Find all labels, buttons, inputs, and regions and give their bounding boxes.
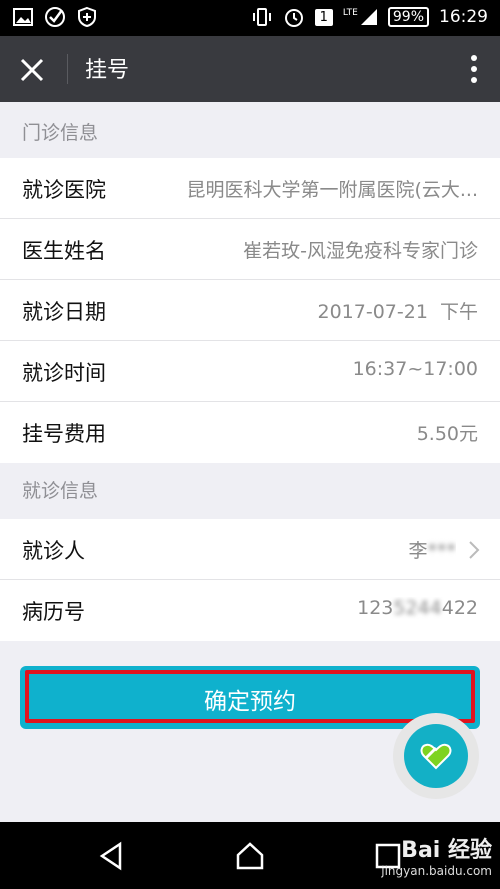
- clinic-info-list: 就诊医院 昆明医科大学第一附属医院(云大... 医生姓名 崔若玫-风湿免疫科专家…: [0, 158, 500, 463]
- time-value: 16:37~17:00: [352, 358, 478, 380]
- battery-level: 99%: [392, 9, 424, 25]
- shield-plus-icon: [76, 6, 98, 28]
- patient-name-visible: 李: [408, 540, 428, 562]
- title-divider: [67, 54, 68, 84]
- fee-value: 5.50元: [416, 423, 478, 445]
- chevron-right-icon: [468, 540, 480, 564]
- fee-row: 挂号费用 5.50元: [0, 402, 500, 463]
- alarm-icon: [283, 6, 305, 28]
- record-number-suffix: 422: [441, 597, 478, 619]
- floating-heart-button[interactable]: [404, 724, 468, 788]
- doctor-value: 崔若玫-风湿免疫科专家门诊: [243, 240, 478, 262]
- confirm-booking-label: 确定预约: [204, 689, 296, 715]
- record-number-prefix: 123: [357, 597, 394, 619]
- row-label: 病历号: [22, 600, 85, 624]
- close-icon[interactable]: [18, 56, 46, 84]
- patient-info-list: 就诊人 李*** 病历号 1235244422: [0, 519, 500, 641]
- row-label: 就诊医院: [22, 178, 106, 202]
- record-number-blurred: 5244: [393, 597, 442, 619]
- patient-name-blurred: ***: [427, 540, 457, 562]
- row-label: 挂号费用: [22, 422, 106, 446]
- doctor-row: 医生姓名 崔若玫-风湿免疫科专家门诊: [0, 219, 500, 280]
- check-circle-icon: [44, 6, 66, 28]
- title-bar: 挂号: [0, 36, 500, 102]
- navigation-bar: Bai 经验 jingyan.baidu.com: [0, 822, 500, 889]
- patient-section-header: 就诊信息: [0, 464, 500, 519]
- watermark-url: jingyan.baidu.com: [381, 864, 492, 878]
- hospital-row: 就诊医院 昆明医科大学第一附属医院(云大...: [0, 158, 500, 219]
- row-label: 医生姓名: [22, 239, 106, 263]
- gallery-icon: [12, 6, 34, 28]
- status-time: 16:29: [439, 7, 488, 27]
- row-label: 就诊时间: [22, 361, 106, 385]
- row-label: 就诊人: [22, 539, 85, 563]
- page-title: 挂号: [85, 58, 130, 83]
- back-icon[interactable]: [96, 840, 128, 872]
- record-number-value: 1235244422: [357, 597, 478, 619]
- heart-icon: [418, 738, 454, 778]
- battery-indicator: 99%: [387, 7, 429, 27]
- vibrate-icon: [251, 6, 273, 28]
- network-type: LTE: [342, 8, 358, 18]
- watermark: Bai 经验 jingyan.baidu.com: [381, 832, 492, 878]
- watermark-brand: Bai 经验: [401, 838, 492, 863]
- status-bar: 1 LTE 99% 16:29: [0, 0, 500, 36]
- patient-value: 李***: [408, 536, 456, 563]
- signal-icon: LTE: [343, 8, 378, 26]
- row-label: 就诊日期: [22, 300, 106, 324]
- more-options-icon[interactable]: [470, 54, 478, 84]
- time-row: 就诊时间 16:37~17:00: [0, 341, 500, 402]
- home-icon[interactable]: [234, 840, 266, 872]
- date-row: 就诊日期 2017-07-21 下午: [0, 280, 500, 341]
- record-number-row: 病历号 1235244422: [0, 580, 500, 641]
- sim-badge: 1: [314, 8, 333, 26]
- hospital-value: 昆明医科大学第一附属医院(云大...: [186, 179, 478, 201]
- clinic-section-header: 门诊信息: [0, 106, 500, 161]
- patient-row[interactable]: 就诊人 李***: [0, 519, 500, 580]
- date-value: 2017-07-21 下午: [317, 301, 479, 323]
